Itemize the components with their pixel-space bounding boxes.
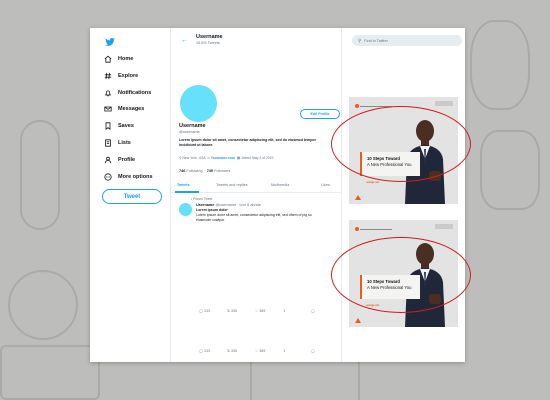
edit-profile-button[interactable]: Edit Profile [300,109,340,119]
profile-bio: Lorem ipsum dolor sit amet, consectetur … [179,138,316,147]
analytics-icon[interactable]: ◯ [311,349,315,353]
sidebar-item-notifications[interactable]: Notifications [104,87,151,99]
retweet-button[interactable]: ⇅ 335 [227,309,237,313]
back-arrow-icon[interactable]: ← [181,37,188,44]
pin-icon: • [191,197,193,201]
highlight-ring [331,106,471,182]
tweet-author: Username @username · tour 6 ab/ate [196,203,261,207]
home-icon [104,55,112,63]
ad-decor-dot [355,227,359,231]
profile-avatar[interactable] [180,85,217,122]
profile-tabs: Tweets Tweets and replies Multimedia Lik… [171,180,341,193]
tab-tweets-and-replies[interactable]: Tweets and replies [216,183,248,187]
profile-handle: @username [179,130,200,134]
ad-decor-bar [435,101,453,106]
profile-joined: Joined May 4 of 2019 [241,156,274,160]
like-button[interactable]: ♡ 389 [255,349,265,353]
sidebar-item-label: Lists [118,140,131,146]
search-input[interactable]: ⚲ Find in Twitter [352,35,462,46]
search-icon: ⚲ [358,37,362,43]
background-doodle [0,345,100,400]
sidebar-item-more-options[interactable]: More options [104,171,153,183]
sidebar-item-label: Explore [118,73,139,79]
sidebar-item-label: Home [118,56,134,62]
share-icon[interactable]: ↥ [283,349,286,353]
reply-button[interactable]: ◯ 133 [199,309,210,313]
bell-icon [104,90,112,97]
profile-website-link[interactable]: Yourname.com [211,156,235,160]
sidebar-item-profile[interactable]: Profile [104,154,135,166]
sidebar-item-home[interactable]: Home [104,53,133,65]
search-placeholder: Find in Twitter [364,38,388,43]
person-icon [104,156,112,164]
background-doodle [470,20,530,110]
share-icon[interactable]: ↥ [283,309,286,313]
profile-meta: ⚲ New York, USA ∞ Yourname.com ▦ Joined … [179,156,273,160]
reply-button[interactable]: ◯ 133 [199,349,210,353]
twitter-logo-icon[interactable] [105,38,115,46]
like-button[interactable]: ♡ 389 [255,309,265,313]
pinned-tweet-label: • Pinned Tweet [191,197,213,201]
ad-decor-bar [435,224,453,229]
sidebar-item-label: Messages [118,106,145,112]
background-doodle [480,130,540,210]
bookmark-icon [105,122,111,130]
tweet-text-line: eiusmode cowtpor [196,218,225,222]
link-icon: ∞ [207,156,210,160]
profile-name: Username [179,123,206,129]
sidebar-item-label: More options [118,174,153,180]
tweet-avatar[interactable] [179,203,192,216]
envelope-icon [104,106,112,112]
more-icon [104,173,112,181]
ad-logo-icon [355,318,361,323]
active-tab-indicator [175,191,199,193]
sidebar-item-label: Notifications [118,90,152,96]
hashtag-icon [104,72,112,80]
background-doodle [8,270,78,340]
sidebar-item-messages[interactable]: Messages [104,103,144,115]
tweet-text-line: Lorem ipsum dolor [196,208,228,212]
retweet-button[interactable]: ⇅ 335 [227,349,237,353]
sidebar-item-label: Saves [118,123,134,129]
analytics-icon[interactable]: ◯ [311,309,315,313]
ad-decor-line [360,229,392,230]
sidebar-item-label: Profile [118,157,136,163]
profile-follow-counts: 746 Following 749 Followers [179,169,230,173]
tweet-text-line: Lorem ipsum dolor sit amet, consectetur … [196,213,312,217]
tweet-button[interactable]: Tweet [102,189,162,204]
ad-caption: orange act [366,181,380,184]
list-icon [105,139,111,147]
profile-column: ← Username 15.8% Tweets Edit Profile Use… [170,28,342,362]
tweet-actions: ◯ 133 ⇅ 335 ♡ 389 ↥ ◯ [171,349,341,357]
tab-multimedia[interactable]: Multimedia [271,183,289,187]
header-title: Username [196,34,223,40]
header-tweet-count: 15.8% Tweets [196,41,220,45]
profile-location: New York, USA [182,156,206,160]
following-link[interactable]: 746 Following [179,169,202,173]
sidebar: Home Explore Notifications Messages Save… [90,28,170,362]
tab-tweets[interactable]: Tweets [177,183,190,187]
sidebar-item-saves[interactable]: Saves [104,120,134,132]
followers-link[interactable]: 749 Followers [207,169,231,173]
sidebar-item-lists[interactable]: Lists [104,137,131,149]
tab-likes[interactable]: Likes [321,183,330,187]
calendar-icon: ▦ [236,156,241,160]
highlight-ring [331,237,471,313]
sidebar-item-explore[interactable]: Explore [104,70,138,82]
tweet-actions: ◯ 133 ⇅ 335 ♡ 389 ↥ ◯ [171,309,341,317]
ad-logo-icon [355,195,361,200]
ad-decor-dot [355,104,359,108]
background-doodle [20,120,60,230]
